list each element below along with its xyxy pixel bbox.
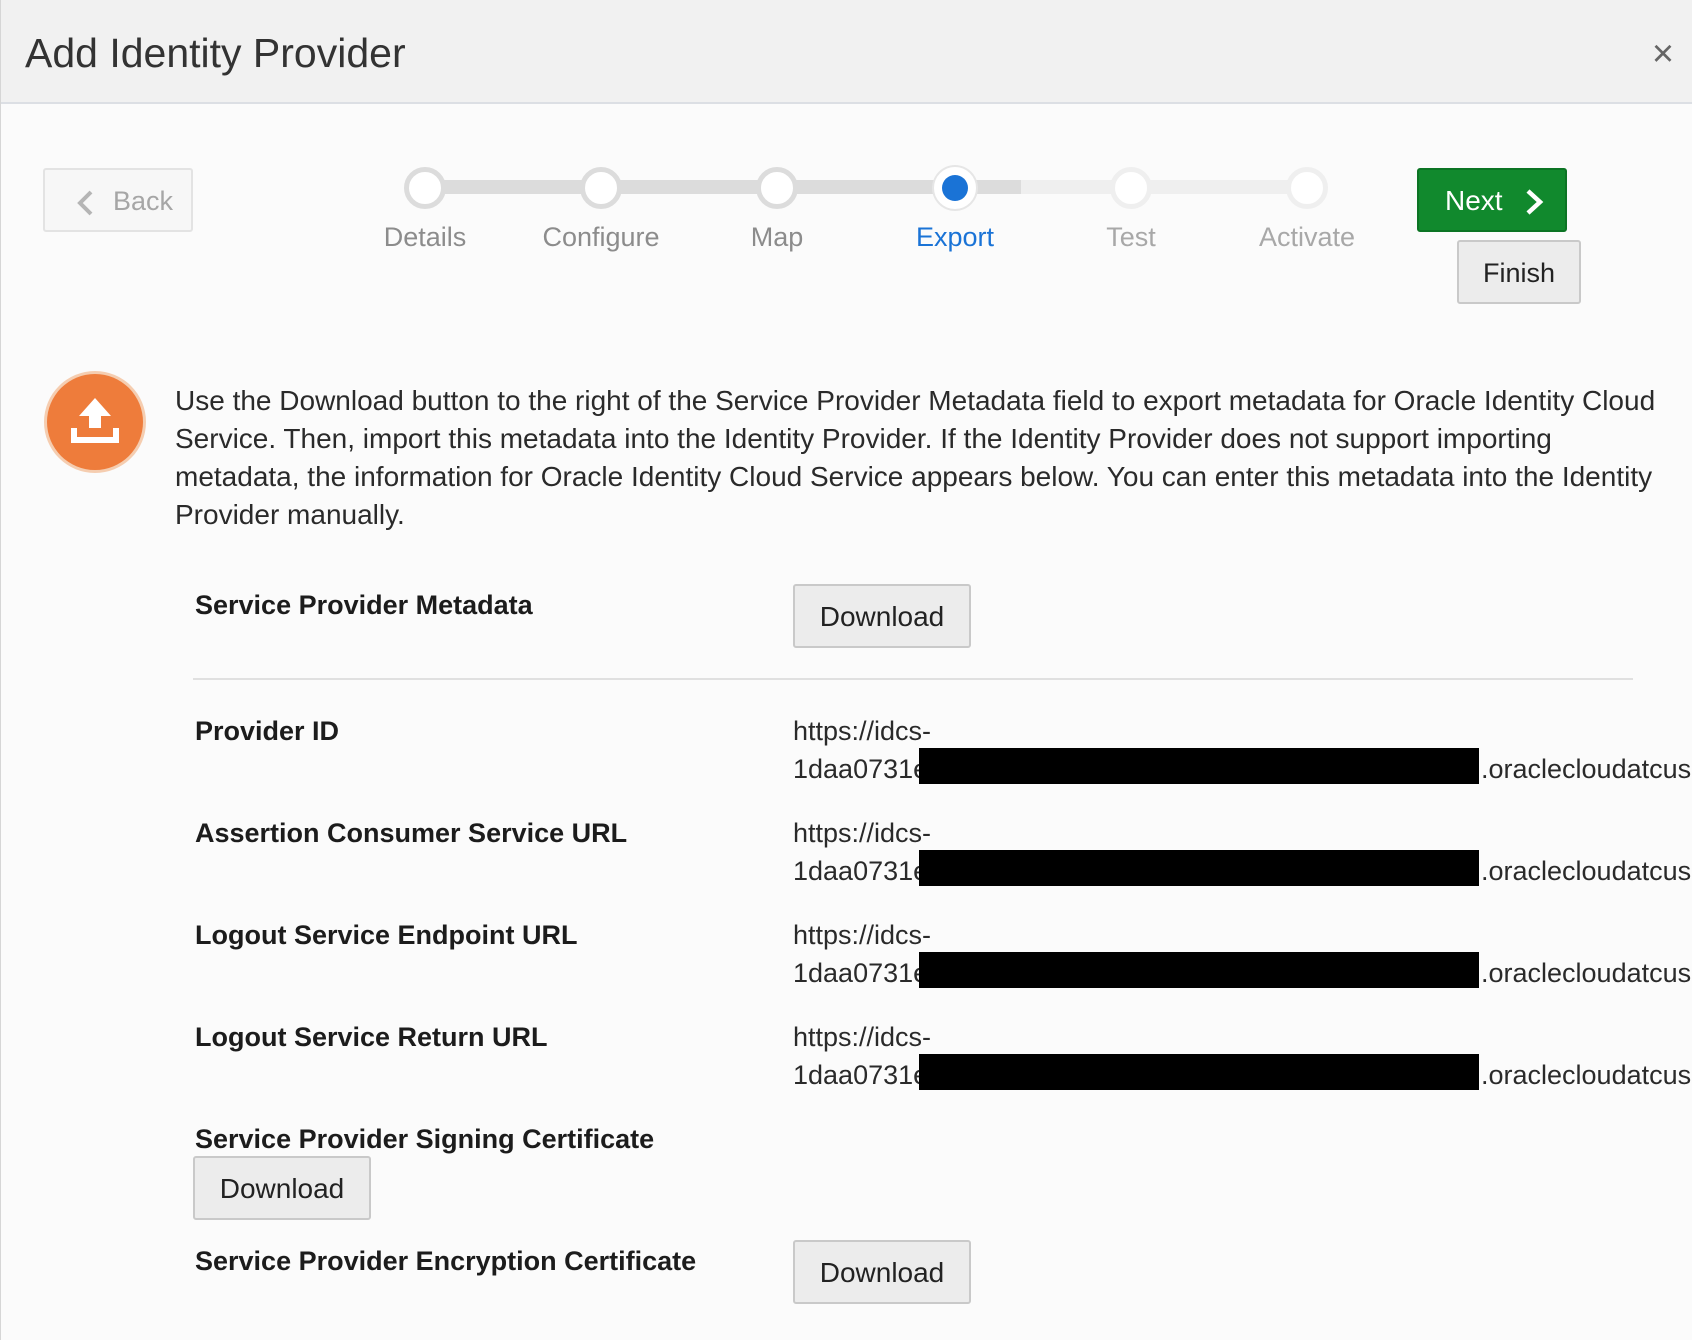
download-button-label: Download: [219, 1173, 345, 1204]
url-line-1: https://idcs-: [793, 818, 932, 848]
logout-return-label: Logout Service Return URL: [195, 1022, 548, 1052]
info-message: Use the Download button to the right of …: [175, 385, 1656, 530]
url-line-2-start: 1daa0731e: [793, 856, 929, 886]
redaction-bar: [919, 952, 1479, 988]
url-line-2-end: .oraclecloudatcus: [1481, 856, 1692, 886]
train-step-activate: Activate: [1219, 160, 1395, 260]
metadata-label: Service Provider Metadata: [195, 590, 533, 620]
dialog-title: Add Identity Provider: [25, 30, 406, 76]
train-step-test: Test: [1043, 160, 1219, 260]
url-line-2-start: 1daa0731e: [793, 754, 929, 784]
acs-url-value: https://idcs- 1daa0731e .oraclecloudatcu…: [793, 814, 1692, 894]
redaction-bar: [919, 850, 1479, 886]
train-step-configure[interactable]: Configure: [513, 160, 689, 260]
provider-id-value: https://idcs- 1daa0731e .oraclecloudatcu…: [793, 712, 1692, 792]
back-button-label: Back: [113, 186, 174, 216]
url-line-2-end: .oraclecloudatcus: [1481, 754, 1692, 784]
url-line-2-start: 1daa0731e: [793, 1060, 929, 1090]
train-step-map[interactable]: Map: [689, 160, 865, 260]
download-button-label: Download: [819, 1257, 945, 1288]
step-train: Details Configure Map Export Test Activa…: [361, 160, 1355, 260]
encryption-cert-download-button[interactable]: Download: [793, 1240, 971, 1304]
train-step-export[interactable]: Export: [867, 160, 1043, 260]
back-button[interactable]: Back: [43, 168, 193, 232]
close-icon[interactable]: ×: [1645, 34, 1681, 74]
add-identity-provider-dialog: Add Identity Provider × Back Details Con…: [0, 0, 1692, 1340]
train-step-label: Export: [915, 222, 995, 252]
url-line-1: https://idcs-: [793, 716, 932, 746]
url-line-2-start: 1daa0731e: [793, 958, 929, 988]
train-step-label: Configure: [542, 222, 660, 252]
redaction-bar: [919, 1054, 1479, 1090]
train-step-label: Test: [1106, 222, 1156, 252]
train-step-label: Details: [383, 222, 467, 252]
chevron-left-icon: [77, 190, 93, 216]
train-step-dot-current: [934, 167, 976, 209]
url-line-1: https://idcs-: [793, 920, 932, 950]
next-button[interactable]: Next: [1417, 168, 1567, 232]
train-step-label: Activate: [1258, 222, 1356, 252]
chevron-right-icon: [1526, 189, 1544, 215]
signing-cert-download-button[interactable]: Download: [193, 1156, 371, 1220]
logout-endpoint-value: https://idcs- 1daa0731e .oraclecloudatcu…: [793, 916, 1692, 996]
train-step-dot: [580, 167, 622, 209]
redaction-bar: [919, 748, 1479, 784]
download-button-label: Download: [819, 601, 945, 632]
train-step-label: Map: [750, 222, 804, 252]
finish-button-label: Finish: [1482, 258, 1556, 288]
metadata-download-button[interactable]: Download: [793, 584, 971, 648]
next-button-label: Next: [1445, 185, 1503, 216]
acs-url-label: Assertion Consumer Service URL: [195, 818, 628, 848]
logout-endpoint-label: Logout Service Endpoint URL: [195, 920, 578, 950]
dialog-header: Add Identity Provider ×: [1, 0, 1692, 104]
signing-cert-label: Service Provider Signing Certificate: [195, 1124, 655, 1154]
train-step-dot: [1286, 167, 1328, 209]
train-step-dot: [404, 167, 446, 209]
divider: [193, 678, 1633, 680]
train-step-dot: [1110, 167, 1152, 209]
finish-button[interactable]: Finish: [1457, 240, 1581, 304]
url-line-2-end: .oraclecloudatcus: [1481, 958, 1692, 988]
train-step-dot: [756, 167, 798, 209]
url-line-1: https://idcs-: [793, 1022, 932, 1052]
logout-return-value: https://idcs- 1daa0731e .oraclecloudatcu…: [793, 1018, 1692, 1098]
provider-id-label: Provider ID: [195, 716, 340, 746]
upload-icon: [47, 374, 143, 470]
train-step-details[interactable]: Details: [337, 160, 513, 260]
encryption-cert-label: Service Provider Encryption Certificate: [195, 1246, 697, 1276]
url-line-2-end: .oraclecloudatcus: [1481, 1060, 1692, 1090]
